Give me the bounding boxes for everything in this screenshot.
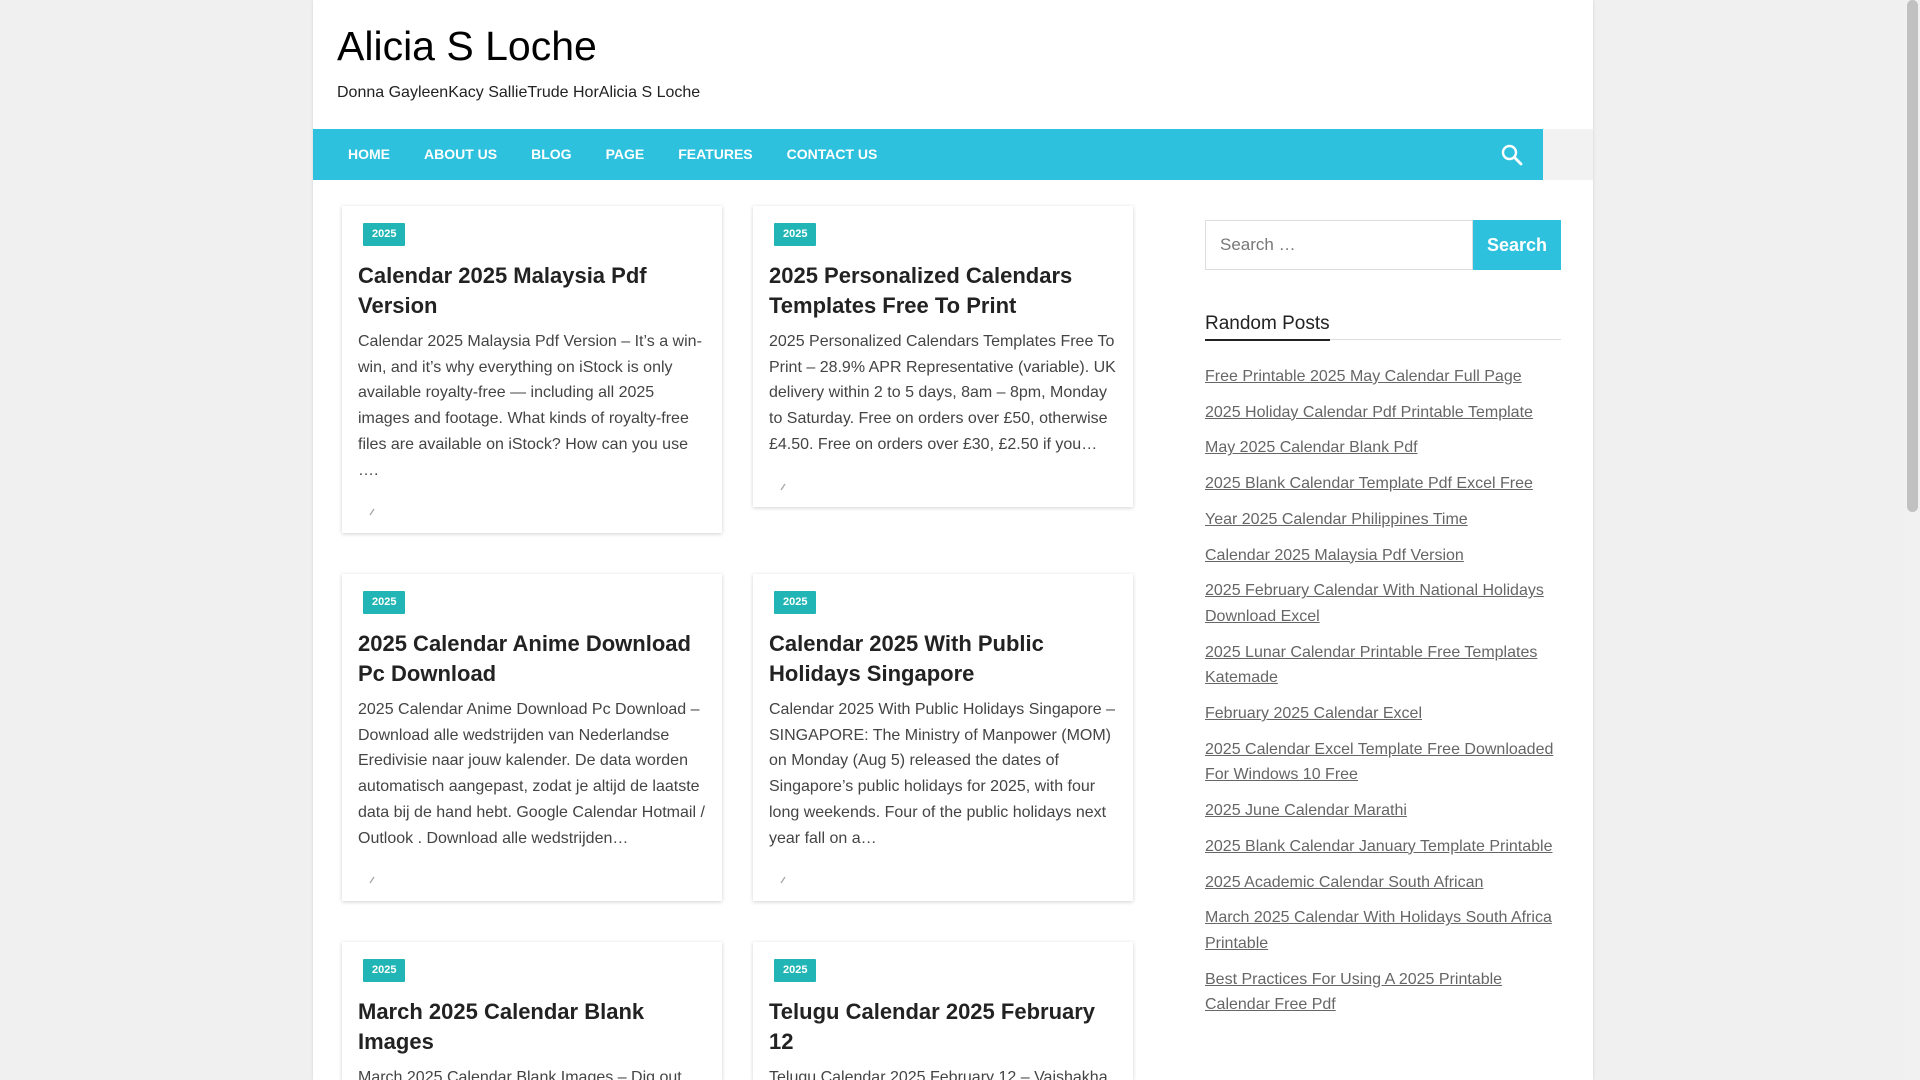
page-scrollbar[interactable] [1905,0,1920,1080]
random-post-link[interactable]: 2025 Lunar Calendar Printable Free Templ… [1205,644,1537,687]
scrollbar-thumb[interactable] [1907,0,1918,512]
random-post-link[interactable]: 2025 Holiday Calendar Pdf Printable Temp… [1205,404,1533,421]
post-title[interactable]: Calendar 2025 With Public Holidays Singa… [769,629,1117,689]
search-icon [1501,144,1523,165]
list-item: Calendar 2025 Malaysia Pdf Version [1205,543,1561,569]
list-item: 2025 Blank Calendar Template Pdf Excel F… [1205,471,1561,497]
list-item: 2025 June Calendar Marathi [1205,798,1561,824]
pencil-icon [780,483,786,490]
random-post-link[interactable]: 2025 Blank Calendar Template Pdf Excel F… [1205,475,1533,492]
post-card: 2025 March 2025 Calendar Blank Images Ma… [342,942,722,1080]
sidebar: Search Random Posts Free Printable 2025 … [1205,220,1561,1028]
list-item: March 2025 Calendar With Holidays South … [1205,905,1561,956]
pencil-icon [369,508,375,516]
list-item: 2025 Holiday Calendar Pdf Printable Temp… [1205,400,1561,426]
nav-item-about-us[interactable]: ABOUT US [407,129,514,180]
category-badge[interactable]: 2025 [774,591,817,614]
search-button[interactable]: Search [1473,220,1561,270]
post-title[interactable]: 2025 Personalized Calendars Templates Fr… [769,261,1117,321]
random-post-link[interactable]: Free Printable 2025 May Calendar Full Pa… [1205,368,1522,385]
post-excerpt: Calendar 2025 With Public Holidays Singa… [769,701,1115,847]
nav-item-page[interactable]: PAGE [589,129,662,180]
widget-title: Random Posts [1205,314,1330,341]
sidebar-search-form: Search [1205,220,1561,270]
random-post-link[interactable]: Best Practices For Using A 2025 Printabl… [1205,971,1502,1014]
list-item: 2025 Academic Calendar South African [1205,870,1561,896]
search-input[interactable] [1205,220,1473,270]
post-meta [769,869,1117,889]
list-item: 2025 Lunar Calendar Printable Free Templ… [1205,640,1561,691]
nav-item-contact-us[interactable]: CONTACT US [770,129,895,180]
list-item: Best Practices For Using A 2025 Printabl… [1205,967,1561,1018]
category-badge[interactable]: 2025 [774,223,817,246]
pencil-icon [780,876,786,884]
post-excerpt: 2025 Personalized Calendars Templates Fr… [769,333,1116,453]
random-post-link[interactable]: February 2025 Calendar Excel [1205,705,1422,722]
post-title[interactable]: Telugu Calendar 2025 February 12 [769,997,1117,1057]
post-card: 2025 2025 Personalized Calendars Templat… [753,206,1133,507]
page-container: Alicia S Loche Donna GayleenKacy SallieT… [313,0,1593,1080]
post-card: 2025 2025 Calendar Anime Download Pc Dow… [342,574,722,901]
nav-item-features[interactable]: FEATURES [661,129,769,180]
category-badge[interactable]: 2025 [363,223,406,246]
random-post-link[interactable]: Calendar 2025 Malaysia Pdf Version [1205,547,1464,564]
post-excerpt: March 2025 Calendar Blank Images – Dig o… [358,1069,682,1080]
post-excerpt: Calendar 2025 Malaysia Pdf Version – It’… [358,333,702,479]
post-meta [358,869,706,889]
list-item: 2025 Calendar Excel Template Free Downlo… [1205,737,1561,788]
category-badge[interactable]: 2025 [774,959,817,982]
list-item: May 2025 Calendar Blank Pdf [1205,435,1561,461]
random-post-link[interactable]: 2025 Academic Calendar South African [1205,874,1483,891]
category-badge[interactable]: 2025 [363,591,406,614]
post-card: 2025 Calendar 2025 With Public Holidays … [753,574,1133,901]
random-post-link[interactable]: 2025 February Calendar With National Hol… [1205,582,1544,625]
nav-search-button[interactable] [1481,129,1543,180]
random-post-link[interactable]: May 2025 Calendar Blank Pdf [1205,439,1418,456]
site-title[interactable]: Alicia S Loche [337,22,597,70]
pencil-icon [369,876,375,884]
post-excerpt: 2025 Calendar Anime Download Pc Download… [358,701,705,847]
post-excerpt: Telugu Calendar 2025 February 12 – Vaish… [769,1069,1108,1080]
main-nav: HOME ABOUT US BLOG PAGE FEATURES CONTACT… [313,129,1593,180]
list-item: 2025 February Calendar With National Hol… [1205,578,1561,629]
list-item: Free Printable 2025 May Calendar Full Pa… [1205,364,1561,390]
nav-item-home[interactable]: HOME [331,129,407,180]
site-header: Alicia S Loche Donna GayleenKacy SallieT… [313,0,1593,129]
nav-item-blog[interactable]: BLOG [514,129,588,180]
site-description: Donna GayleenKacy SallieTrude HorAlicia … [337,84,701,101]
random-post-link[interactable]: March 2025 Calendar With Holidays South … [1205,909,1552,952]
list-item: February 2025 Calendar Excel [1205,701,1561,727]
random-posts-list: Free Printable 2025 May Calendar Full Pa… [1205,364,1561,1018]
post-title[interactable]: Calendar 2025 Malaysia Pdf Version [358,261,706,321]
post-title[interactable]: March 2025 Calendar Blank Images [358,997,706,1057]
random-post-link[interactable]: Year 2025 Calendar Philippines Time [1205,511,1468,528]
list-item: Year 2025 Calendar Philippines Time [1205,507,1561,533]
post-meta [358,501,706,521]
post-card: 2025 Calendar 2025 Malaysia Pdf Version … [342,206,722,533]
random-post-link[interactable]: 2025 Calendar Excel Template Free Downlo… [1205,741,1553,784]
category-badge[interactable]: 2025 [363,959,406,982]
post-card: 2025 Telugu Calendar 2025 February 12 Te… [753,942,1133,1080]
random-post-link[interactable]: 2025 Blank Calendar January Template Pri… [1205,838,1552,855]
list-item: 2025 Blank Calendar January Template Pri… [1205,834,1561,860]
post-meta [769,476,1117,496]
post-title[interactable]: 2025 Calendar Anime Download Pc Download [358,629,706,689]
widget-header: Random Posts [1205,314,1561,341]
nav-side-block [1543,129,1593,180]
random-post-link[interactable]: 2025 June Calendar Marathi [1205,802,1407,819]
